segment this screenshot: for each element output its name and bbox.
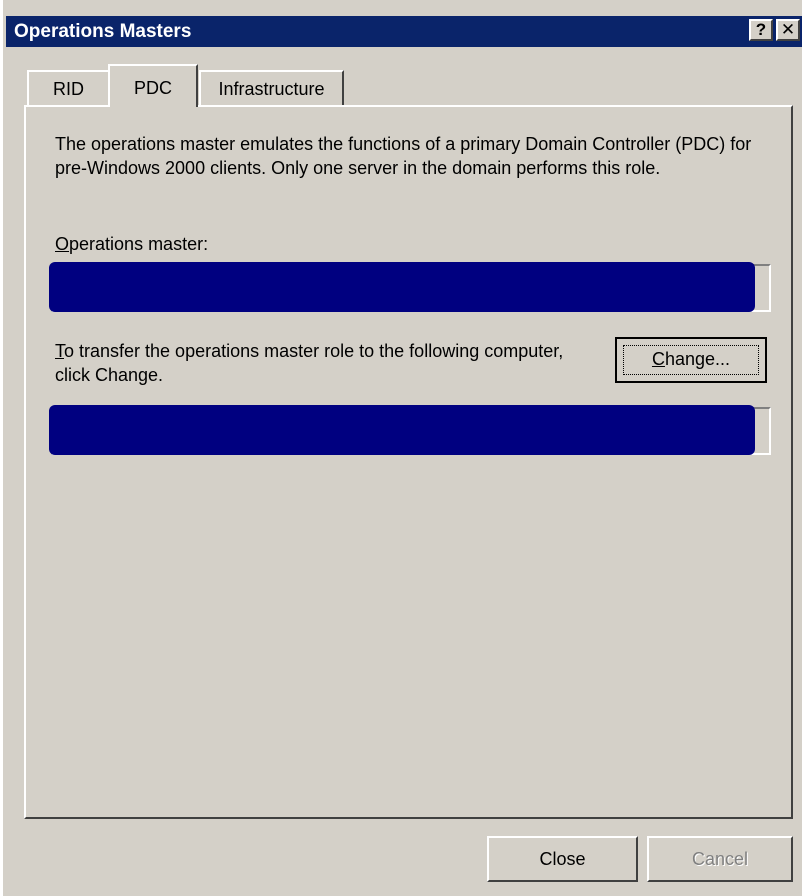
close-window-button[interactable]: ✕ <box>776 19 800 41</box>
change-button-label-text: hange... <box>664 349 731 369</box>
tab-rid[interactable]: RID <box>27 70 110 107</box>
title-bar[interactable]: Operations Masters ? ✕ <box>6 16 802 47</box>
pdc-description: The operations master emulates the funct… <box>55 134 752 178</box>
window-title: Operations Masters <box>14 21 192 42</box>
close-icon: ✕ <box>780 20 796 39</box>
operations-master-redaction <box>49 262 755 312</box>
cancel-button: Cancel <box>647 836 793 882</box>
change-button-accesskey: C <box>651 349 665 369</box>
tab-infrastructure[interactable]: Infrastructure <box>199 70 344 107</box>
transfer-instructions-text: o transfer the operations master role to… <box>55 341 564 385</box>
change-button[interactable]: Change... <box>615 337 767 383</box>
change-button-label: Change... <box>652 349 730 369</box>
operations-masters-dialog: Operations Masters ? ✕ RID PDC Infrastru… <box>0 0 802 896</box>
operations-master-label-text: perations master: <box>69 234 209 254</box>
transfer-instructions-accesskey: T <box>55 341 64 361</box>
close-button[interactable]: Close <box>487 836 638 882</box>
tab-panel-pdc <box>24 105 793 819</box>
transfer-instructions: To transfer the operations master role t… <box>55 339 575 387</box>
target-computer-redaction <box>49 405 755 455</box>
tab-pdc[interactable]: PDC <box>108 64 198 107</box>
help-icon: ? <box>755 20 767 39</box>
help-button[interactable]: ? <box>749 19 773 41</box>
operations-master-label-accesskey: O <box>55 234 70 254</box>
operations-master-label: Operations master: <box>55 234 208 255</box>
